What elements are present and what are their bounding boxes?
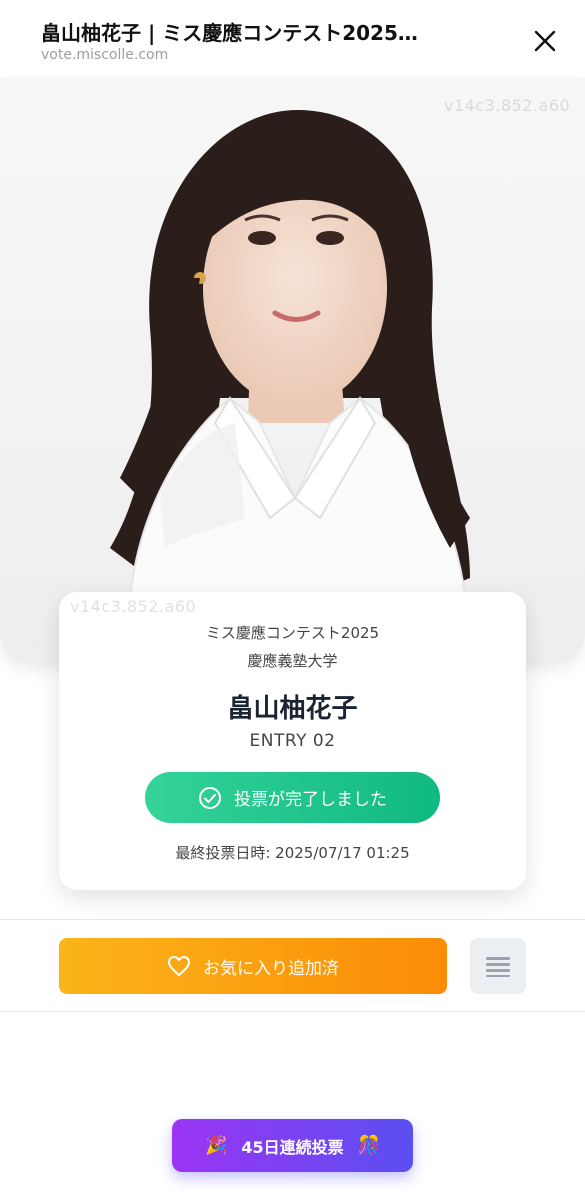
favorite-button[interactable]: お気に入り追加済 [59,938,447,994]
vote-complete-button[interactable]: 投票が完了しました [145,772,440,823]
check-circle-icon [198,786,222,810]
watermark-bottom: v14c3.852.a60 [70,597,197,616]
contest-name: ミス慶應コンテスト2025 [205,624,380,642]
streak-label: 45日連続投票 [241,1137,344,1157]
party-popper-icon: 🎉 [204,1135,228,1156]
candidate-info-card: ミス慶應コンテスト2025 慶應義塾大学 畠山柚花子 ENTRY 02 投票が完… [59,592,526,890]
streak-badge: 🎉 45日連続投票 🎊 [172,1119,413,1172]
university-name: 慶應義塾大学 [247,652,338,670]
page-title: 畠山柚花子 | ミス慶應コンテスト2025… [41,21,418,45]
confetti-ball-icon: 🎊 [357,1135,381,1156]
favorite-label: お気に入り追加済 [203,958,339,979]
watermark-top: v14c3.852.a60 [444,96,571,115]
candidate-name: 畠山柚花子 [227,694,358,724]
candidate-photo [0,78,585,664]
close-button[interactable] [526,22,564,60]
vote-complete-label: 投票が完了しました [234,790,387,810]
divider-bottom [0,1011,585,1012]
browser-header: 畠山柚花子 | ミス慶應コンテスト2025… vote.miscolle.com [0,0,585,78]
menu-icon [486,957,510,977]
heart-icon [167,955,191,977]
menu-button[interactable] [470,938,526,994]
close-icon [534,30,556,52]
last-vote-time: 最終投票日時: 2025/07/17 01:25 [175,844,410,862]
page-url: vote.miscolle.com [41,47,169,63]
entry-number: ENTRY 02 [249,731,336,751]
divider-top [0,919,585,920]
